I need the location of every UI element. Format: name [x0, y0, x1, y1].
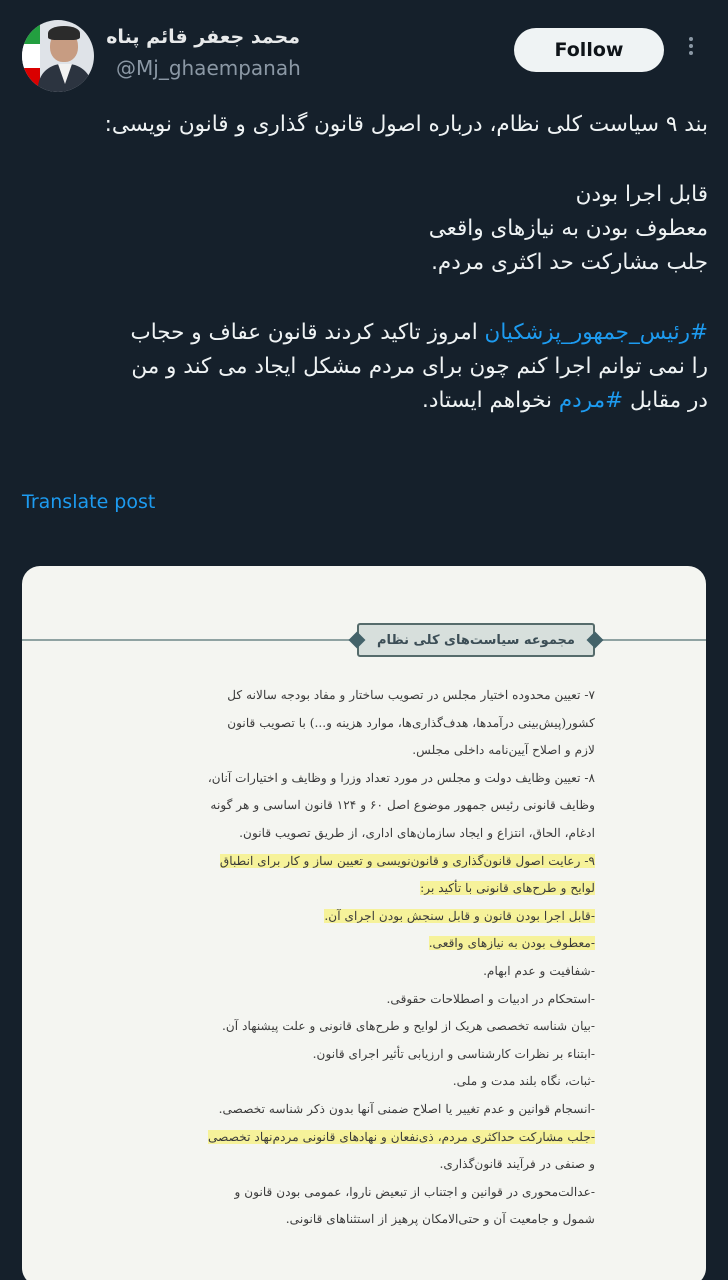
tweet-text-span: در مقابل	[623, 388, 708, 413]
doc-line: -بیان شناسه تخصصی هریک از لوایح و طرح‌ها…	[221, 1019, 595, 1034]
doc-line-highlighted: ۹- رعایت اصول قانون‌گذاری و قانون‌نویسی …	[219, 853, 595, 868]
doc-line-highlighted: -معطوف بودن به نیازهای واقعی.	[428, 936, 595, 951]
ornament-icon	[348, 631, 366, 649]
document-banner: مجموعه سیاست‌های کلی نظام	[348, 623, 604, 657]
banner-title: مجموعه سیاست‌های کلی نظام	[377, 632, 575, 648]
avatar[interactable]	[22, 20, 94, 92]
translate-post-link[interactable]: Translate post	[22, 491, 155, 513]
doc-line: -ابتناء بر نظرات کارشناسی و ارزیابی تأثی…	[312, 1046, 595, 1061]
ornament-icon	[586, 631, 604, 649]
more-options-icon[interactable]	[685, 34, 697, 64]
iran-flag-graphic	[22, 20, 40, 92]
tweet-line: #رئیس_جمهور_پزشکیان امروز تاکید کردند قا…	[22, 316, 708, 350]
tweet-line: قابل اجرا بودن	[575, 182, 708, 207]
attached-image[interactable]: مجموعه سیاست‌های کلی نظام ۷- تعیین محدود…	[22, 566, 706, 1280]
tweet-line: معطوف بودن به نیازهای واقعی	[428, 216, 708, 241]
doc-line: شمول و جامعیت آن و حتی‌الامکان پرهیز از …	[285, 1212, 595, 1227]
tweet-line: جلب مشارکت حد اکثری مردم.	[431, 250, 708, 275]
document-text: ۷- تعیین محدوده اختیار مجلس در تصویب ساخ…	[125, 682, 595, 1234]
tweet-text: بند ۹ سیاست کلی نظام، درباره اصول قانون …	[22, 108, 708, 418]
doc-line: ۷- تعیین محدوده اختیار مجلس در تصویب ساخ…	[227, 688, 595, 702]
doc-line: وظایف قانونی رئیس جمهور موضوع اصل ۶۰ و ۱…	[210, 798, 595, 813]
doc-line: ۸- تعیین وظایف دولت و مجلس در مورد تعداد…	[207, 770, 595, 785]
tweet-header: محمد جعفر قائم پناه @Mj_ghaempanah Follo…	[22, 20, 712, 96]
follow-button[interactable]: Follow	[514, 28, 664, 72]
doc-line: -ثبات، نگاه بلند مدت و ملی.	[452, 1074, 595, 1089]
tweet-line: در مقابل #مردم نخواهم ایستاد.	[22, 384, 708, 418]
doc-line-highlighted: -قابل اجرا بودن قانون و قابل سنجش بودن ا…	[324, 908, 595, 923]
tweet-line: بند ۹ سیاست کلی نظام، درباره اصول قانون …	[104, 112, 708, 137]
doc-line-highlighted: لوایح و طرح‌های قانونی با تأکید بر:	[420, 881, 595, 896]
doc-line: -عدالت‌محوری در قوانین و اجتناب از تبعیض…	[234, 1184, 595, 1199]
doc-line: و صنفی در فرآیند قانون‌گذاری.	[439, 1157, 595, 1172]
author-handle[interactable]: @Mj_ghaempanah	[116, 56, 301, 80]
doc-line: ادغام، الحاق، انتزاع و ایجاد سازمان‌های …	[239, 825, 595, 840]
doc-line: -انسجام قوانین و عدم تغییر یا اصلاح ضمنی…	[218, 1101, 595, 1116]
doc-line: -شفافیت و عدم ابهام.	[483, 963, 595, 978]
hashtag-link[interactable]: #رئیس_جمهور_پزشکیان	[485, 320, 708, 345]
doc-line: -استحکام در ادبیات و اصطلاحات حقوقی.	[386, 991, 595, 1006]
doc-line: لازم و اصلاح آیین‌نامه داخلی مجلس.	[412, 743, 595, 758]
doc-line: کشور(پیش‌بینی درآمدها، هدف‌گذاری‌ها، موا…	[227, 715, 595, 730]
author-name[interactable]: محمد جعفر قائم پناه	[106, 26, 300, 48]
tweet-line: را نمی توانم اجرا کنم چون برای مردم مشکل…	[131, 354, 708, 379]
hashtag-link[interactable]: #مردم	[559, 388, 623, 413]
doc-line-highlighted: -جلب مشارکت حداکثری مردم، ذی‌نفعان و نها…	[207, 1129, 595, 1144]
tweet-text-span: امروز تاکید کردند قانون عفاف و حجاب	[130, 320, 485, 345]
tweet-text-span: نخواهم ایستاد.	[422, 388, 559, 413]
